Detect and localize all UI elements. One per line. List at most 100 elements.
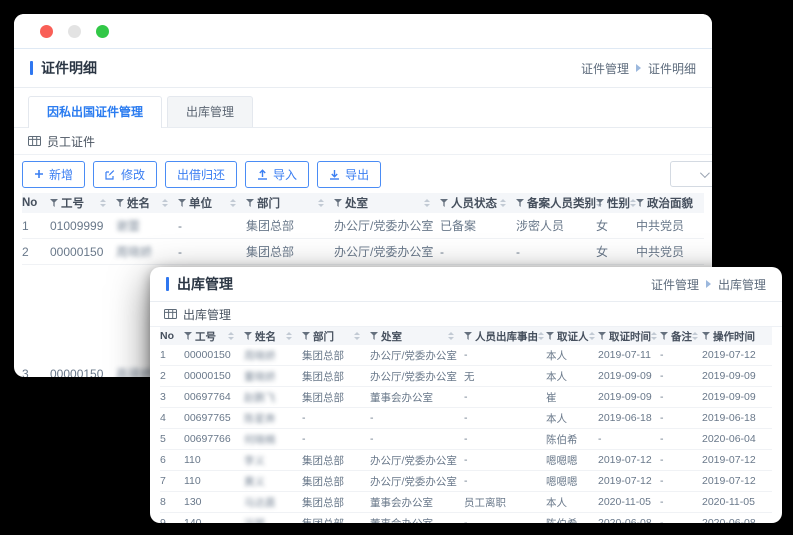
column-header[interactable]: 政治面貌 <box>636 195 693 211</box>
table-row[interactable]: 1 01009999 谢蕾 - 集团总部 办公厅/党委办公室 已备案 涉密人员 女 中共党员 <box>22 213 704 239</box>
filter-funnel-icon[interactable] <box>636 199 644 207</box>
filter-funnel-icon[interactable] <box>184 332 192 340</box>
filter-funnel-icon[interactable] <box>50 199 58 207</box>
column-header-label: 工号 <box>195 330 216 343</box>
tab-outbound-management[interactable]: 出库管理 <box>167 96 254 127</box>
edit-button[interactable]: 修改 <box>93 160 158 188</box>
table-cell: - <box>660 391 664 403</box>
sort-icon[interactable] <box>354 332 370 340</box>
column-header[interactable]: 备注 <box>660 329 702 344</box>
filter-funnel-icon[interactable] <box>334 199 342 207</box>
column-header[interactable]: 备案人员类别 <box>516 195 602 211</box>
sort-icon[interactable] <box>100 199 116 207</box>
filter-funnel-icon[interactable] <box>596 199 604 207</box>
tab-bar: 因私出国证件管理 出库管理 <box>14 88 712 128</box>
table-cell: - <box>660 475 664 487</box>
column-header-label: No <box>22 197 38 209</box>
table-row[interactable]: 5 00697766 何晓楠 - - - 陈伯希 - - 2020-06-04 <box>160 429 772 450</box>
column-header[interactable]: 单位 <box>178 195 246 211</box>
column-header[interactable]: 工号 <box>50 195 116 211</box>
import-button[interactable]: 导入 <box>245 160 310 188</box>
column-header-label: 部门 <box>257 198 280 210</box>
filter-funnel-icon[interactable] <box>302 332 310 340</box>
table-cell: 集团总部 <box>302 516 370 524</box>
table-cell: 涉密人员 <box>516 219 565 233</box>
table-row[interactable]: 7 110 黄义 集团总部 办公厅/党委办公室 - 嗯嗯嗯 2019-07-12-2019-0… <box>160 471 772 492</box>
table-cell: 集团总部 <box>302 349 344 362</box>
table-cell: - <box>598 433 602 445</box>
maximize-window-icon[interactable] <box>96 24 109 38</box>
column-header[interactable]: 人员状态 <box>440 195 516 211</box>
table-cell: - <box>660 454 664 466</box>
column-header[interactable]: 操作时间 <box>702 329 768 344</box>
filter-funnel-icon[interactable] <box>702 332 710 340</box>
sort-icon[interactable] <box>228 332 244 340</box>
lend-return-button[interactable]: 出借归还 <box>165 160 238 188</box>
table-cell: 无 <box>464 370 475 383</box>
table-row[interactable]: 2 00000150 周晓娇 - 集团总部 办公厅/党委办公室 - - 女中共党员 <box>22 239 704 265</box>
column-header-label: 人员出库事由 <box>475 330 538 343</box>
column-header[interactable]: No <box>160 330 184 342</box>
sort-icon[interactable] <box>318 199 334 207</box>
export-button[interactable]: 导出 <box>317 160 382 188</box>
breadcrumb-parent[interactable]: 证件管理 <box>651 276 699 293</box>
table-cell: 2020-11-05 <box>702 496 755 508</box>
download-icon <box>330 169 340 180</box>
sort-icon[interactable] <box>230 199 246 207</box>
table-row[interactable]: 8 130 马达晨 集团总部 董事会办公室 员工离职 本人 2020-11-05-2020-1… <box>160 492 772 513</box>
table-cell: 陈伯希 <box>546 433 578 446</box>
table-row[interactable]: 4 00697765 陈星奔 - - - 本人 2019-06-18-2019-06-18 <box>160 408 772 429</box>
filter-funnel-icon[interactable] <box>178 199 186 207</box>
sort-icon[interactable] <box>500 199 516 207</box>
section-label: 员工证件 <box>47 134 96 149</box>
table-cell: 本人 <box>546 370 567 383</box>
table-cell: 崔 <box>546 391 557 404</box>
table-row[interactable]: 2 00000150 董晓娇 集团总部 办公厅/党委办公室无本人 2019-09-09-2… <box>160 366 772 387</box>
filter-funnel-icon[interactable] <box>516 199 524 207</box>
filter-funnel-icon[interactable] <box>660 332 668 340</box>
column-header[interactable]: 部门 <box>302 329 370 344</box>
table-cell: 何晓楠 <box>244 433 276 446</box>
sort-icon[interactable] <box>162 199 178 207</box>
column-header[interactable]: 取证人 <box>546 329 598 344</box>
filter-funnel-icon[interactable] <box>246 199 254 207</box>
filter-funnel-icon[interactable] <box>440 199 448 207</box>
filter-funnel-icon[interactable] <box>244 332 252 340</box>
table-cell: 已备案 <box>440 219 477 233</box>
column-header[interactable]: 部门 <box>246 195 334 211</box>
close-window-icon[interactable] <box>40 24 53 38</box>
table-cell: - <box>464 517 468 523</box>
column-header[interactable]: 工号 <box>184 329 244 344</box>
filter-funnel-icon[interactable] <box>546 332 554 340</box>
table-row[interactable]: 3 00697764 赵鹏飞 集团总部 董事会办公室 - 崔 2019-09-09-2019-… <box>160 387 772 408</box>
tab-private-abroad-certificates[interactable]: 因私出国证件管理 <box>28 96 163 128</box>
column-header[interactable]: 处室 <box>370 329 464 344</box>
column-header[interactable]: No <box>22 197 50 209</box>
filter-funnel-icon[interactable] <box>116 199 124 207</box>
minimize-window-icon[interactable] <box>68 24 81 38</box>
filter-funnel-icon[interactable] <box>464 332 472 340</box>
table-header-row: No 工号 姓名 部门 处室 人员出库事由 取证人 取证时间 备注 操作时间 <box>160 327 772 345</box>
filter-funnel-icon[interactable] <box>370 332 378 340</box>
table-cell: 00697766 <box>184 433 231 445</box>
sort-icon[interactable] <box>424 199 440 207</box>
column-header[interactable]: 性别 <box>596 195 636 211</box>
table-row[interactable]: 1 00000150 周晓娇 集团总部 办公厅/党委办公室 - 本人 2019-07-11-2… <box>160 345 772 366</box>
column-header-label: No <box>160 330 174 342</box>
column-header[interactable]: 人员出库事由 <box>464 329 546 344</box>
column-header[interactable]: 取证时间 <box>598 329 660 344</box>
filter-funnel-icon[interactable] <box>598 332 606 340</box>
table-cell: 00697764 <box>184 391 231 403</box>
table-cell: 集团总部 <box>302 475 344 488</box>
sort-icon[interactable] <box>286 332 302 340</box>
section-label: 出库管理 <box>183 307 232 322</box>
column-header[interactable]: 姓名 <box>116 195 178 211</box>
breadcrumb-parent[interactable]: 证件管理 <box>581 60 629 77</box>
table-row[interactable]: 6 110 李义 集团总部 办公厅/党委办公室 - 嗯嗯嗯 2019-07-12-2019-0… <box>160 450 772 471</box>
column-header[interactable]: 姓名 <box>244 329 302 344</box>
sort-icon[interactable] <box>448 332 464 340</box>
add-button[interactable]: 新增 <box>22 160 86 188</box>
toolbar-select[interactable] <box>670 161 712 187</box>
column-header[interactable]: 处室 <box>334 195 440 211</box>
table-row[interactable]: 9140冯琴集团总部董事会办公室-陈伯希2020-06-08-2020-06-0… <box>160 513 772 523</box>
